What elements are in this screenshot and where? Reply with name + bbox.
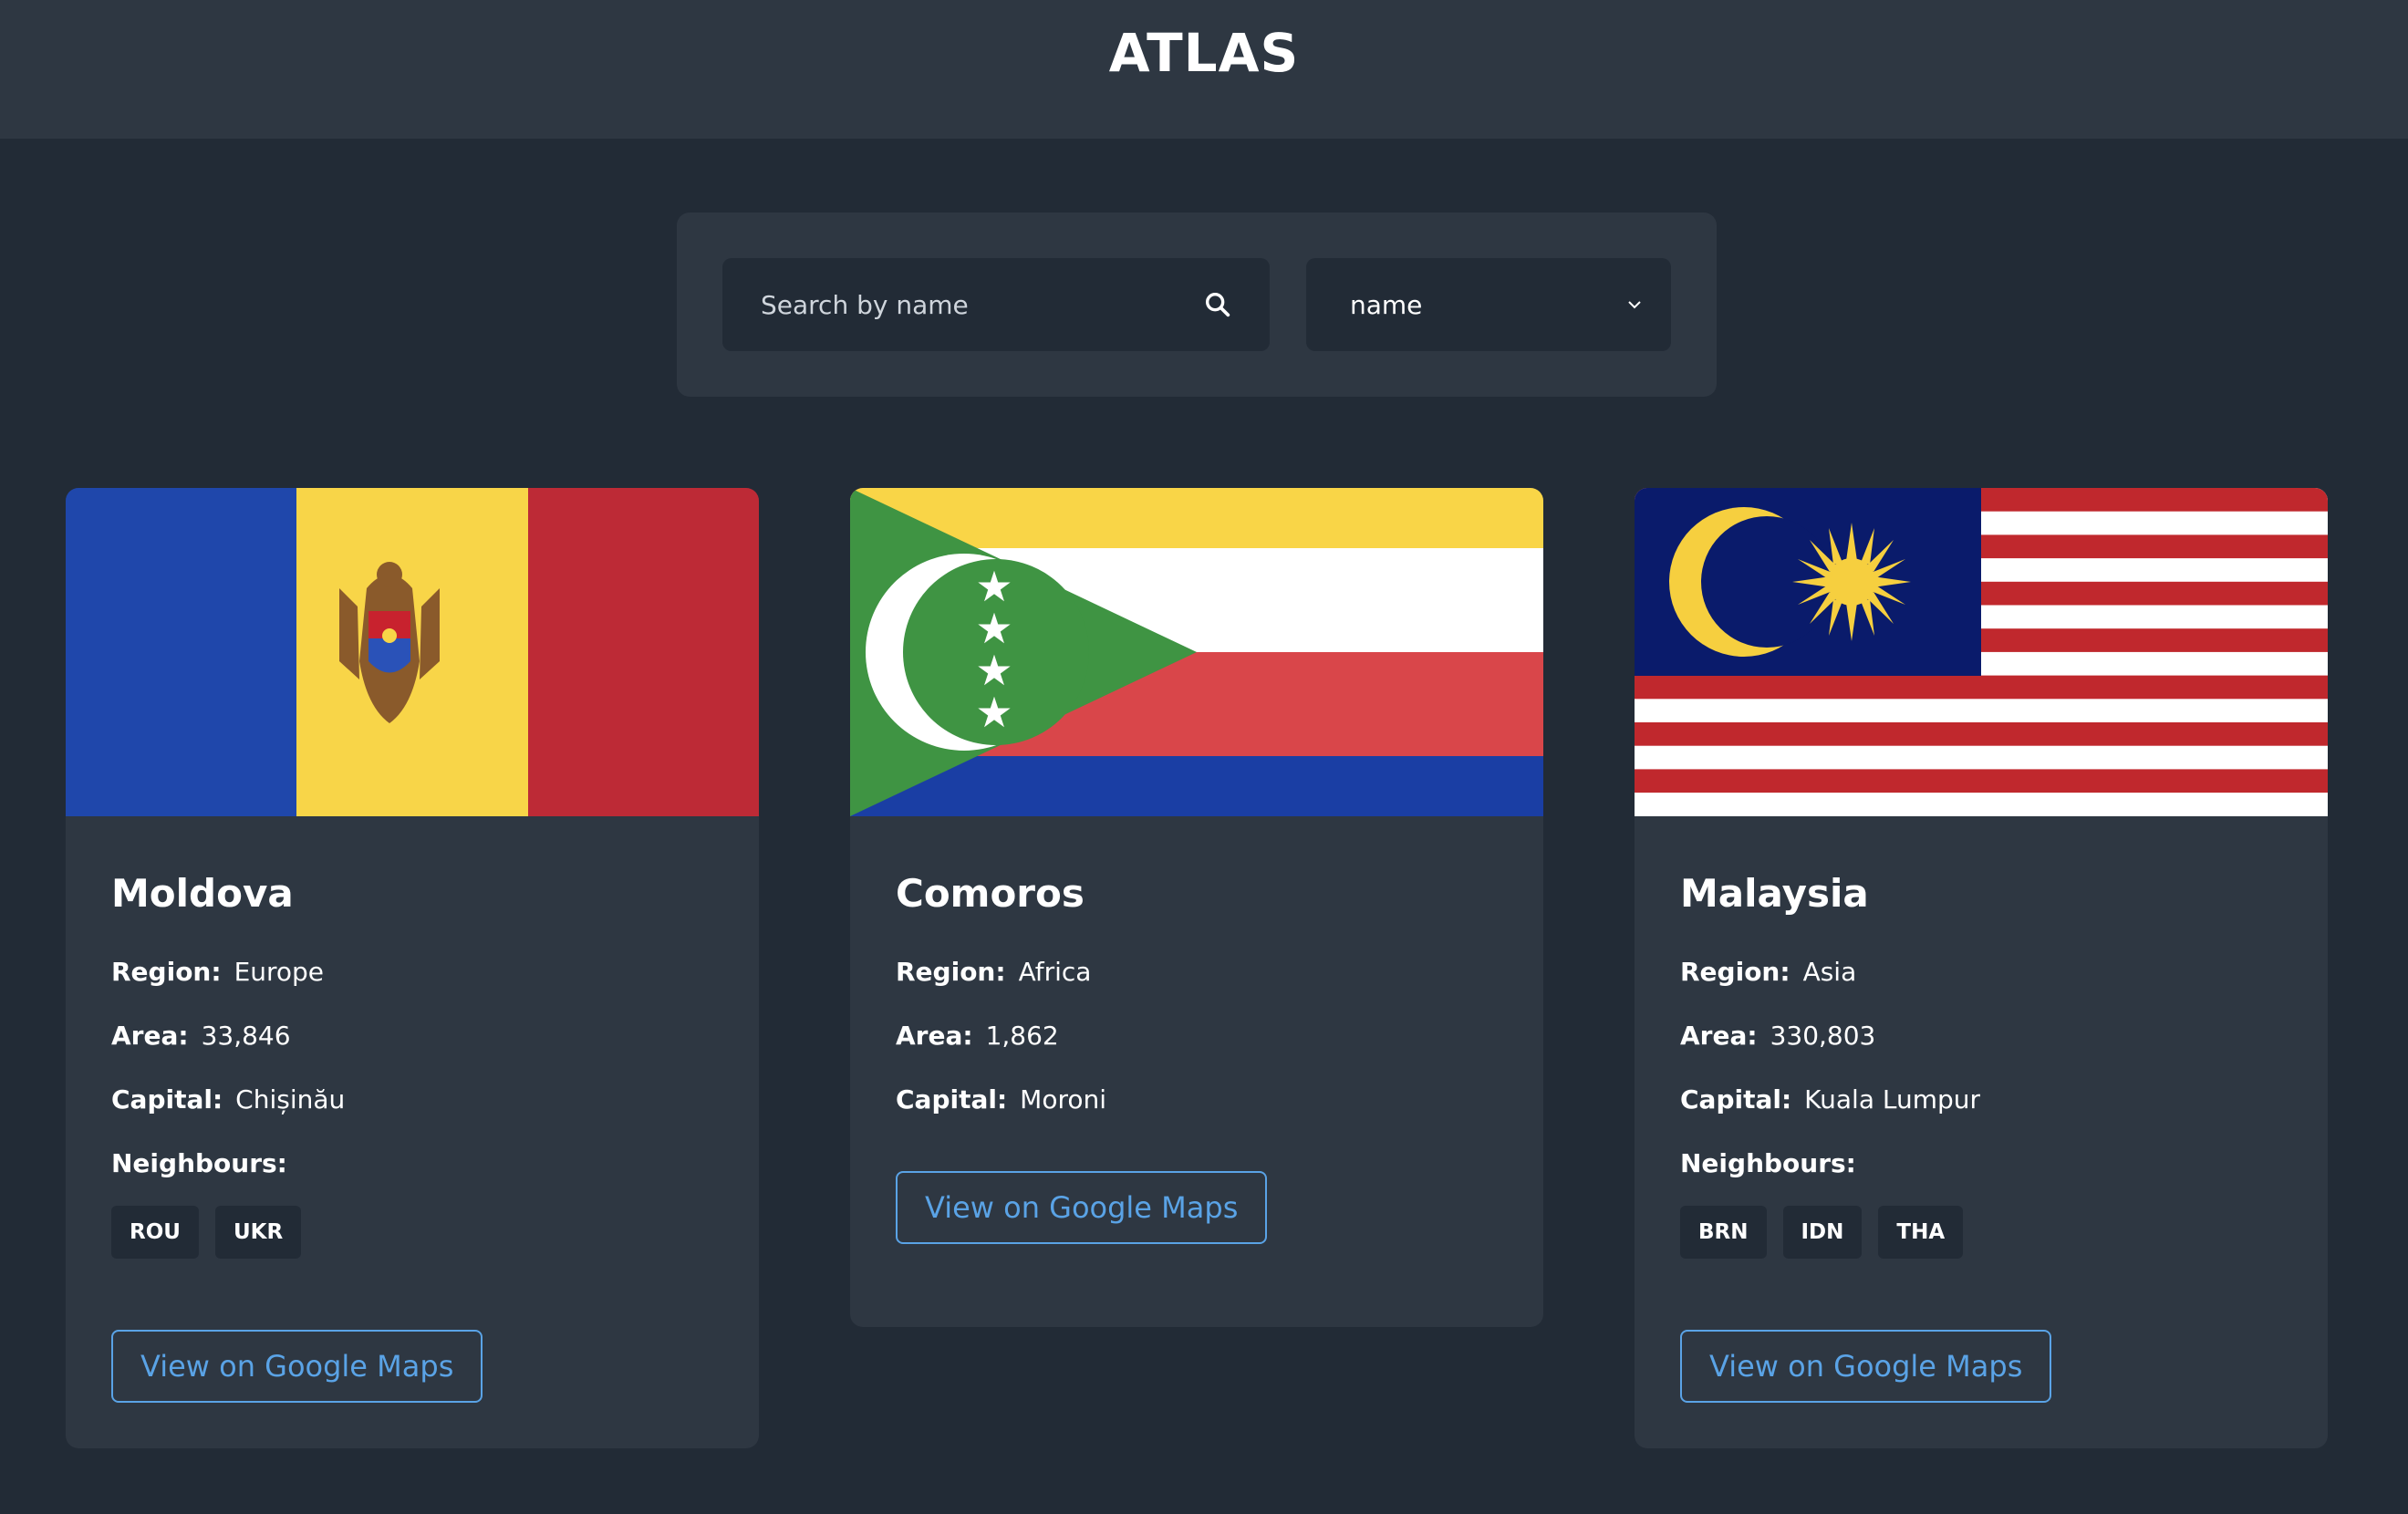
sun-icon xyxy=(1792,523,1911,641)
neighbour-tag: IDN xyxy=(1782,1206,1863,1259)
neighbours-list: ROU UKR xyxy=(111,1206,713,1259)
area-value: 330,803 xyxy=(1770,1021,1876,1051)
region-value: Europe xyxy=(234,957,325,987)
sort-select-value: name xyxy=(1350,289,1423,320)
neighbour-tag: THA xyxy=(1878,1206,1964,1259)
neighbour-tag: BRN xyxy=(1680,1206,1767,1259)
country-name: Moldova xyxy=(111,871,294,916)
search-icon[interactable] xyxy=(1202,289,1233,320)
svg-text:★: ★ xyxy=(975,688,1012,737)
capital-label: Capital: xyxy=(111,1084,223,1115)
moldova-flag xyxy=(66,488,759,816)
neighbour-tag: ROU xyxy=(111,1206,199,1259)
capital-row: Capital: Chișinău xyxy=(111,1085,713,1115)
region-value: Asia xyxy=(1802,957,1857,987)
neighbour-tag: UKR xyxy=(214,1206,302,1259)
comoros-flag: ★ ★ ★ ★ xyxy=(850,488,1543,816)
capital-row: Capital: Moroni xyxy=(896,1085,1498,1115)
region-row: Region: Africa xyxy=(896,958,1498,987)
filter-toolbar: name xyxy=(677,213,1717,397)
search-input[interactable] xyxy=(759,288,1191,321)
region-row: Region: Europe xyxy=(111,958,713,987)
capital-label: Capital: xyxy=(1680,1084,1792,1115)
area-label: Area: xyxy=(1680,1021,1758,1051)
view-on-google-maps-button[interactable]: View on Google Maps xyxy=(111,1330,483,1403)
area-label: Area: xyxy=(896,1021,973,1051)
area-row: Area: 1,862 xyxy=(896,1021,1498,1051)
area-row: Area: 33,846 xyxy=(111,1021,713,1051)
app-title: ATLAS xyxy=(1108,22,1300,84)
malaysia-flag xyxy=(1635,488,2328,816)
region-label: Region: xyxy=(1680,957,1790,987)
country-card: ★ ★ ★ ★ Comoros Region: Africa Area: 1,862… xyxy=(850,488,1543,1327)
neighbours-row: Neighbours: xyxy=(1680,1149,2282,1178)
region-label: Region: xyxy=(896,957,1006,987)
capital-row: Capital: Kuala Lumpur xyxy=(1680,1085,2282,1115)
area-value: 1,862 xyxy=(985,1021,1059,1051)
country-card: Moldova Region: Europe Area: 33,846 Capita… xyxy=(66,488,759,1448)
search-box[interactable] xyxy=(722,258,1270,351)
neighbours-row: Neighbours: xyxy=(111,1149,713,1178)
country-name: Malaysia xyxy=(1680,871,1869,916)
country-name: Comoros xyxy=(896,871,1085,916)
capital-label: Capital: xyxy=(896,1084,1008,1115)
capital-value: Moroni xyxy=(1020,1084,1107,1115)
view-on-google-maps-button[interactable]: View on Google Maps xyxy=(1680,1330,2052,1403)
area-row: Area: 330,803 xyxy=(1680,1021,2282,1051)
region-label: Region: xyxy=(111,957,222,987)
region-row: Region: Asia xyxy=(1680,958,2282,987)
neighbours-label: Neighbours: xyxy=(1680,1148,1856,1178)
capital-value: Chișinău xyxy=(235,1084,346,1115)
country-card: Malaysia Region: Asia Area: 330,803 Capita… xyxy=(1635,488,2328,1448)
area-label: Area: xyxy=(111,1021,189,1051)
capital-value: Kuala Lumpur xyxy=(1804,1084,1981,1115)
neighbours-label: Neighbours: xyxy=(111,1148,287,1178)
view-on-google-maps-button[interactable]: View on Google Maps xyxy=(896,1171,1268,1244)
neighbours-list: BRN IDN THA xyxy=(1680,1206,2282,1259)
chevron-down-icon xyxy=(1628,301,1641,309)
app-header: ATLAS xyxy=(0,0,2408,139)
area-value: 33,846 xyxy=(201,1021,291,1051)
sort-select[interactable]: name xyxy=(1306,258,1671,351)
region-value: Africa xyxy=(1018,957,1092,987)
